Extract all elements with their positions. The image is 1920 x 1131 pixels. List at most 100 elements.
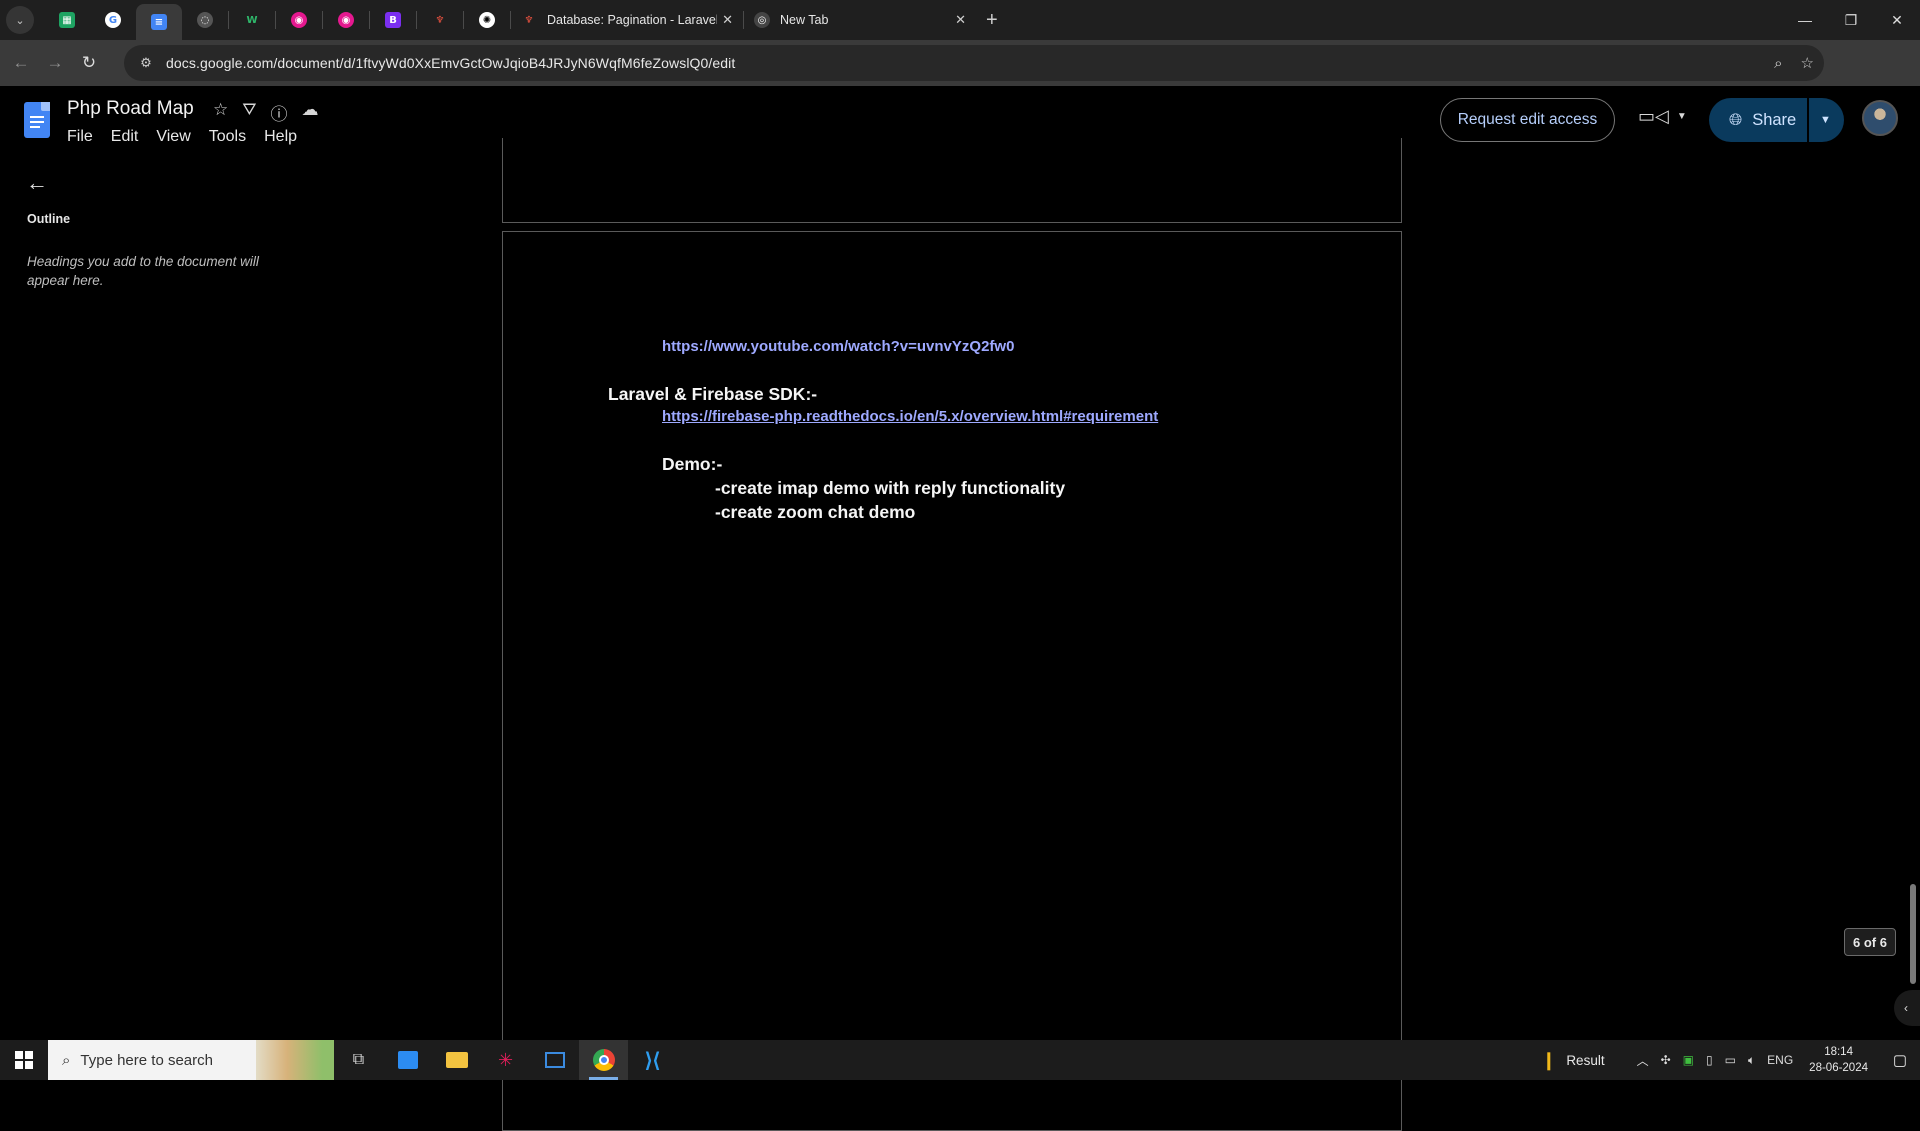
vscode-icon[interactable]: ⟩⟨ — [628, 1040, 677, 1080]
minimize-icon[interactable]: — — [1782, 0, 1828, 40]
share-dropdown-icon[interactable]: ▼ — [1820, 114, 1831, 126]
share-label: Share — [1752, 110, 1797, 129]
start-button[interactable] — [0, 1040, 48, 1080]
share-divider — [1807, 98, 1809, 142]
page-count-badge: 6 of 6 — [1844, 928, 1896, 956]
move-to-drive-icon[interactable]: ⛛ — [242, 100, 256, 125]
address-bar[interactable]: ⚙ docs.google.com/document/d/1ftvyWd0XxE… — [124, 45, 1824, 81]
docs-logo-icon[interactable] — [24, 102, 50, 138]
new-tab-button[interactable]: + — [986, 9, 998, 32]
tab-laravel-pagination[interactable]: ♆ Database: Pagination - Laravel ✕ — [511, 3, 743, 37]
firebase-link[interactable]: https://firebase-php.readthedocs.io/en/5… — [662, 408, 1158, 425]
chrome-taskbar-icon[interactable] — [579, 1040, 628, 1080]
task-view-icon[interactable]: ⧉ — [334, 1040, 383, 1080]
weather-icon: ❙ — [1541, 1049, 1557, 1070]
bookmark-star-icon[interactable]: ☆ — [1801, 54, 1814, 72]
toolbar: ← → ↻ ⚙ docs.google.com/document/d/1ftvy… — [0, 40, 1920, 114]
outline-title: Outline — [27, 212, 71, 226]
search-icon: ⌕ — [62, 1051, 71, 1069]
tab-title: Database: Pagination - Laravel — [547, 13, 717, 27]
restore-icon[interactable]: ❐ — [1828, 0, 1874, 40]
pinned-tabs: ▦ G ≡ ◌ W ◉ ◉ B ♆ ✺ — [44, 0, 511, 40]
youtube-link[interactable]: https://www.youtube.com/watch?v=uvnvYzQ2… — [662, 338, 1014, 355]
star-icon[interactable]: ☆ — [213, 100, 228, 125]
menu-help[interactable]: Help — [264, 128, 297, 146]
document-page[interactable]: https://www.youtube.com/watch?v=uvnvYzQ2… — [502, 231, 1402, 1131]
close-tab-icon[interactable]: ✕ — [955, 12, 966, 28]
zoom-icon[interactable]: ⌕ — [1774, 55, 1782, 72]
chevron-up-icon[interactable]: ︿ — [1637, 1052, 1649, 1069]
tab-google[interactable]: G — [90, 3, 136, 37]
openai-icon: ✺ — [479, 12, 495, 28]
site-info-icon[interactable]: ⚙ — [132, 55, 160, 71]
taskbar: ⌕ Type here to search ⧉ ✳ ⟩⟨ ❙ Result ︿ … — [0, 1040, 1920, 1080]
globe-icon: ◌ — [197, 12, 213, 28]
account-avatar[interactable] — [1862, 100, 1898, 136]
tray-green-icon[interactable]: ▣ — [1683, 1053, 1694, 1067]
previous-page — [502, 138, 1402, 223]
app-window-icon[interactable] — [530, 1040, 579, 1080]
tab-strip: ⌄ ▦ G ≡ ◌ W ◉ ◉ B ♆ ✺ ♆ Database: Pagina… — [0, 0, 1920, 40]
meet-button[interactable]: ▭◁ ▼ — [1638, 106, 1687, 127]
info-icon[interactable]: ⓘ — [271, 100, 288, 125]
tab-new-tab[interactable]: ◎ New Tab ✕ — [744, 3, 976, 37]
omnibox-actions: ⌕ ☆ — [1774, 45, 1814, 81]
clock-date: 28-06-2024 — [1809, 1062, 1868, 1074]
list-item: -create zoom chat demo — [715, 502, 916, 522]
back-icon[interactable]: ← — [4, 46, 38, 80]
side-panel-toggle-icon[interactable]: ‹ — [1894, 990, 1920, 1026]
notifications-icon[interactable]: ▢ — [1880, 1051, 1920, 1069]
weather-widget[interactable]: ❙ Result — [1541, 1050, 1604, 1071]
slack-icon[interactable]: ✳ — [481, 1040, 530, 1080]
request-edit-access-button[interactable]: Request edit access — [1440, 98, 1615, 142]
file-explorer-icon[interactable] — [432, 1040, 481, 1080]
sheets-icon: ▦ — [59, 12, 75, 28]
section-heading: Laravel & Firebase SDK:- — [608, 384, 818, 404]
battery-icon[interactable]: ▯ — [1706, 1053, 1713, 1067]
document-title[interactable]: Php Road Map — [67, 98, 194, 120]
menu-tools[interactable]: Tools — [209, 128, 246, 146]
pink-circle-icon: ◉ — [338, 12, 354, 28]
weather-label: Result — [1566, 1052, 1605, 1068]
tray-app-icon[interactable]: ✣ — [1661, 1053, 1671, 1067]
microsoft-store-icon[interactable] — [383, 1040, 432, 1080]
close-outline-icon[interactable]: ← — [26, 170, 48, 196]
forward-icon[interactable]: → — [38, 46, 72, 80]
tab-chatgpt[interactable]: ✺ — [464, 3, 510, 37]
reload-icon[interactable]: ↻ — [72, 46, 106, 80]
tab-bootstrap[interactable]: B — [370, 3, 416, 37]
tab-w[interactable]: W — [229, 3, 275, 37]
close-window-icon[interactable]: ✕ — [1874, 0, 1920, 40]
tab-sheets[interactable]: ▦ — [44, 3, 90, 37]
taskbar-search[interactable]: ⌕ Type here to search — [48, 1040, 334, 1080]
volume-icon[interactable]: 🔈︎ — [1748, 1053, 1755, 1068]
clock[interactable]: 18:14 28-06-2024 — [1809, 1044, 1868, 1076]
tab-pink-1[interactable]: ◉ — [276, 3, 322, 37]
menu-file[interactable]: File — [67, 128, 93, 146]
tab-pink-2[interactable]: ◉ — [323, 3, 369, 37]
share-button[interactable]: 🌐︎ Share ▼ — [1709, 98, 1844, 142]
url-text[interactable]: docs.google.com/document/d/1ftvyWd0XxEmv… — [166, 55, 735, 71]
list-item: -create imap demo with reply functionali… — [715, 478, 1066, 498]
globe-icon: 🌐︎ — [1729, 110, 1743, 129]
tab-docs-active[interactable]: ≡ — [136, 4, 182, 40]
chrome-icon: ◎ — [754, 12, 770, 28]
language-indicator[interactable]: ENG — [1767, 1053, 1793, 1067]
menu-view[interactable]: View — [156, 128, 190, 146]
outline-empty-hint: Headings you add to the document will ap… — [27, 254, 259, 288]
close-tab-icon[interactable]: ✕ — [722, 12, 733, 28]
search-highlight-image — [256, 1040, 334, 1080]
laravel-icon: ♆ — [435, 14, 445, 26]
video-camera-icon: ▭◁ — [1638, 106, 1669, 126]
docs-icon: ≡ — [151, 14, 167, 30]
network-icon[interactable]: ▭ — [1725, 1053, 1736, 1067]
search-placeholder: Type here to search — [80, 1051, 213, 1069]
bootstrap-icon: B — [385, 12, 401, 28]
clock-time: 18:14 — [1824, 1046, 1853, 1058]
menu-edit[interactable]: Edit — [111, 128, 139, 146]
tab-search-button[interactable]: ⌄ — [6, 6, 34, 34]
tab-globe[interactable]: ◌ — [182, 3, 228, 37]
cloud-status-icon[interactable]: ☁ — [302, 100, 319, 125]
scrollbar-thumb[interactable] — [1910, 884, 1916, 984]
tab-laravel-pinned[interactable]: ♆ — [417, 3, 463, 37]
